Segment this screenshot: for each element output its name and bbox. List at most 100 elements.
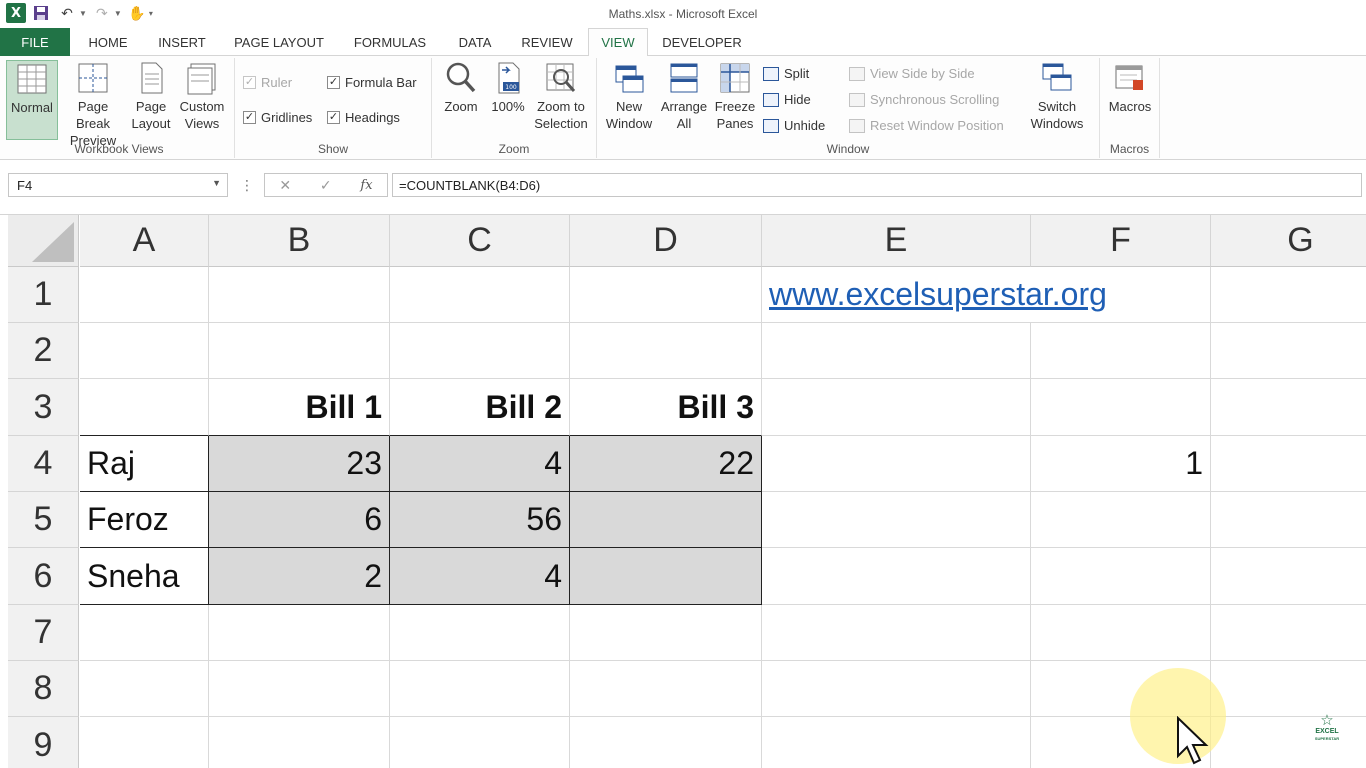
page-layout-view-button[interactable]: Page Layout: [128, 60, 174, 132]
custom-views-button[interactable]: Custom Views: [176, 60, 228, 132]
cell-d5[interactable]: [570, 492, 762, 548]
cell-f5[interactable]: [1031, 492, 1211, 548]
cell-d4[interactable]: 22: [570, 436, 762, 492]
cell-a7[interactable]: [80, 605, 209, 661]
column-header-b[interactable]: B: [209, 215, 390, 267]
cell-c2[interactable]: [390, 323, 570, 379]
cell-b7[interactable]: [209, 605, 390, 661]
cell-g4[interactable]: [1211, 436, 1366, 492]
cell-c6[interactable]: 4: [390, 548, 570, 605]
arrange-all-button[interactable]: Arrange All: [657, 60, 711, 132]
cell-e4[interactable]: [762, 436, 1031, 492]
row-header-1[interactable]: 1: [8, 267, 79, 323]
enter-icon[interactable]: ✓: [320, 177, 332, 194]
cell-d9[interactable]: [570, 717, 762, 768]
cell-d8[interactable]: [570, 661, 762, 717]
tab-insert[interactable]: INSERT: [148, 28, 216, 56]
cell-c4[interactable]: 4: [390, 436, 570, 492]
cell-d1[interactable]: [570, 267, 762, 323]
cell-c7[interactable]: [390, 605, 570, 661]
zoom-button[interactable]: Zoom: [438, 60, 484, 115]
cell-a5[interactable]: Feroz: [80, 492, 209, 548]
insert-function-icon[interactable]: fx: [360, 178, 372, 193]
cell-a8[interactable]: [80, 661, 209, 717]
row-header-5[interactable]: 5: [8, 492, 79, 548]
row-header-4[interactable]: 4: [8, 436, 79, 492]
select-all-button[interactable]: [8, 215, 79, 267]
tab-developer[interactable]: DEVELOPER: [656, 28, 748, 56]
cancel-icon[interactable]: ✕: [279, 177, 291, 194]
column-header-a[interactable]: A: [80, 215, 209, 267]
cell-c9[interactable]: [390, 717, 570, 768]
row-header-8[interactable]: 8: [8, 661, 79, 717]
tab-home[interactable]: HOME: [78, 28, 138, 56]
split-button[interactable]: Split: [763, 66, 809, 81]
cell-b8[interactable]: [209, 661, 390, 717]
name-box-dropdown-icon[interactable]: ▼: [212, 178, 221, 188]
cell-f2[interactable]: [1031, 323, 1211, 379]
row-header-2[interactable]: 2: [8, 323, 79, 379]
column-header-g[interactable]: G: [1211, 215, 1366, 267]
tab-view[interactable]: VIEW: [588, 28, 648, 57]
name-box[interactable]: F4 ▼: [8, 173, 228, 197]
cell-a4[interactable]: Raj: [80, 436, 209, 492]
cell-g8[interactable]: [1211, 661, 1366, 717]
reset-window-position-button[interactable]: Reset Window Position: [849, 118, 1004, 133]
cell-b6[interactable]: 2: [209, 548, 390, 605]
cell-a6[interactable]: Sneha: [80, 548, 209, 605]
ruler-checkbox[interactable]: ✓ Ruler: [243, 75, 292, 90]
cell-g1[interactable]: [1211, 267, 1366, 323]
cell-a3[interactable]: [80, 379, 209, 436]
gridlines-checkbox[interactable]: ✓ Gridlines: [243, 110, 312, 125]
row-header-9[interactable]: 9: [8, 717, 79, 768]
cell-a9[interactable]: [80, 717, 209, 768]
cell-d3[interactable]: Bill 3: [570, 379, 762, 436]
cell-a2[interactable]: [80, 323, 209, 379]
cell-c1[interactable]: [390, 267, 570, 323]
cell-b1[interactable]: [209, 267, 390, 323]
cell-f6[interactable]: [1031, 548, 1211, 605]
tab-data[interactable]: DATA: [446, 28, 504, 56]
cell-c3[interactable]: Bill 2: [390, 379, 570, 436]
unhide-button[interactable]: Unhide: [763, 118, 825, 133]
new-window-button[interactable]: New Window: [601, 60, 657, 132]
cell-b2[interactable]: [209, 323, 390, 379]
cell-f1[interactable]: [1031, 267, 1211, 323]
tab-file[interactable]: FILE: [0, 28, 70, 56]
normal-view-button[interactable]: Normal: [6, 60, 58, 140]
macros-button[interactable]: Macros: [1104, 60, 1156, 115]
cell-b4[interactable]: 23: [209, 436, 390, 492]
cell-e5[interactable]: [762, 492, 1031, 548]
view-side-by-side-button[interactable]: View Side by Side: [849, 66, 975, 81]
cell-f7[interactable]: [1031, 605, 1211, 661]
column-header-c[interactable]: C: [390, 215, 570, 267]
formula-input[interactable]: =COUNTBLANK(B4:D6): [392, 173, 1362, 197]
headings-checkbox[interactable]: ✓ Headings: [327, 110, 400, 125]
cell-f3[interactable]: [1031, 379, 1211, 436]
cell-e1[interactable]: www.excelsuperstar.org: [762, 267, 1107, 323]
cell-b3[interactable]: Bill 1: [209, 379, 390, 436]
row-header-3[interactable]: 3: [8, 379, 79, 436]
synchronous-scrolling-button[interactable]: Synchronous Scrolling: [849, 92, 999, 107]
cell-e9[interactable]: [762, 717, 1031, 768]
column-header-e[interactable]: E: [762, 215, 1031, 267]
cell-g3[interactable]: [1211, 379, 1366, 436]
tab-page-layout[interactable]: PAGE LAYOUT: [224, 28, 334, 56]
cell-f4[interactable]: 1: [1031, 436, 1211, 492]
cell-a1[interactable]: [80, 267, 209, 323]
cell-e7[interactable]: [762, 605, 1031, 661]
cell-d2[interactable]: [570, 323, 762, 379]
cell-e3[interactable]: [762, 379, 1031, 436]
cell-g5[interactable]: [1211, 492, 1366, 548]
formula-bar-grip-icon[interactable]: ⋮: [240, 177, 254, 194]
cell-b9[interactable]: [209, 717, 390, 768]
cell-e6[interactable]: [762, 548, 1031, 605]
zoom-to-selection-button[interactable]: Zoom to Selection: [530, 60, 592, 132]
switch-windows-button[interactable]: Switch Windows: [1021, 60, 1093, 132]
row-header-6[interactable]: 6: [8, 548, 79, 605]
cell-d7[interactable]: [570, 605, 762, 661]
tab-formulas[interactable]: FORMULAS: [344, 28, 436, 56]
tab-review[interactable]: REVIEW: [512, 28, 582, 56]
freeze-panes-button[interactable]: Freeze Panes: [711, 60, 759, 132]
row-header-7[interactable]: 7: [8, 605, 79, 661]
